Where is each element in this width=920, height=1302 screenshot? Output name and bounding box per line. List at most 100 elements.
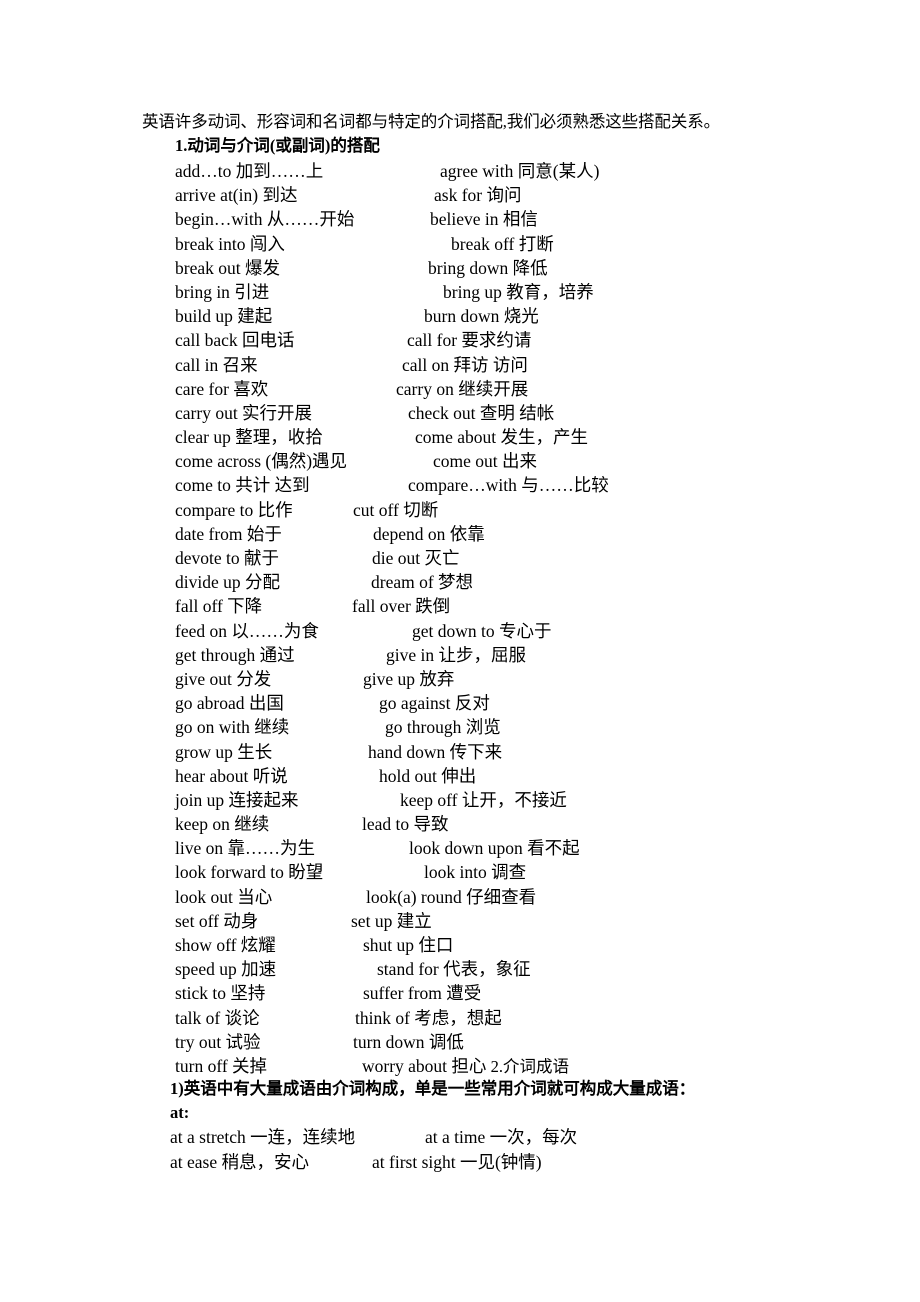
collocation-row: speed up 加速 stand for 代表，象征: [0, 957, 920, 981]
collocation-entry-right: worry about 担心 2.介词成语: [362, 1055, 569, 1076]
collocation-entry-left: go on with 继续: [175, 717, 290, 738]
collocation-entry-right: hand down 传下来: [368, 741, 503, 762]
collocation-entry-right: get down to 专心于: [412, 620, 552, 641]
collocation-entry-right: give in 让步，屈服: [386, 644, 526, 665]
collocation-row: bring in 引进 bring up 教育，培养: [0, 280, 920, 304]
collocation-entry-left: clear up 整理，收拾: [175, 427, 323, 448]
collocation-row: show off 炫耀 shut up 住口: [0, 933, 920, 957]
collocation-entry-left: carry out 实行开展: [175, 402, 313, 423]
collocation-row: give out 分发 give up 放弃: [0, 667, 920, 691]
collocation-entry-right: bring up 教育，培养: [443, 281, 594, 302]
collocation-row: devote to 献于 die out 灭亡: [0, 546, 920, 570]
collocation-entry-right: stand for 代表，象征: [377, 959, 531, 980]
collocation-entry-left: care for 喜欢: [175, 378, 269, 399]
collocation-row: join up 连接起来 keep off 让开，不接近: [0, 788, 920, 812]
collocation-entry-left: call in 召来: [175, 354, 258, 375]
collocation-entry-left: speed up 加速: [175, 959, 277, 980]
collocation-entry-right: dream of 梦想: [371, 572, 474, 593]
collocation-entry-left: break into 闯入: [175, 233, 285, 254]
lower-section: 1)英语中有大量成语由介词构成，单是一些常用介词就可构成大量成语： at: at…: [170, 1077, 910, 1174]
collocation-entry-right: go through 浏览: [385, 717, 501, 738]
at-phrase-row: at ease 稍息，安心 at first sight 一见(钟情): [170, 1150, 910, 1174]
collocation-entry-left: hear about 听说: [175, 765, 288, 786]
collocation-entry-right: come about 发生，产生: [415, 427, 589, 448]
collocation-entry-right: look(a) round 仔细查看: [366, 886, 537, 907]
collocation-row: set off 动身 set up 建立: [0, 909, 920, 933]
collocation-entry-right: die out 灭亡: [372, 548, 460, 568]
collocation-entry-left: devote to 献于: [175, 548, 280, 568]
collocation-entry-left: stick to 坚持: [175, 983, 266, 1004]
at-phrase-left: at ease 稍息，安心: [170, 1151, 309, 1172]
at-phrase-row: at a stretch 一连，连续地 at a time 一次，每次: [170, 1125, 910, 1149]
idiom-intro-text: 1)英语中有大量成语由介词构成，单是一些常用介词就可构成大量成语：: [170, 1079, 696, 1098]
collocation-row: grow up 生长 hand down 传下来: [0, 740, 920, 764]
collocation-entry-right: believe in 相信: [430, 209, 538, 230]
collocation-row: fall off 下降 fall over 跌倒: [0, 594, 920, 618]
collocation-entry-right: carry on 继续开展: [396, 378, 529, 399]
collocation-entry-right: agree with 同意(某人): [440, 161, 600, 181]
collocation-entry-right: give up 放弃: [363, 668, 455, 689]
at-phrase-right: at first sight 一见(钟情): [372, 1151, 542, 1172]
collocation-row: stick to 坚持 suffer from 遭受: [0, 981, 920, 1005]
collocation-entry-right: go against 反对: [379, 693, 490, 714]
collocation-entry-right: ask for 询问: [434, 185, 522, 206]
collocation-entry-left: come to 共计 达到: [175, 475, 310, 496]
collocation-row: live on 靠……为生 look down upon 看不起: [0, 836, 920, 860]
collocation-row: go abroad 出国 go against 反对: [0, 691, 920, 715]
collocation-entry-right: look down upon 看不起: [409, 838, 580, 859]
collocation-entry-left: add…to 加到……上: [175, 161, 324, 181]
collocation-entry-left: set off 动身: [175, 910, 259, 931]
collocation-row: care for 喜欢 carry on 继续开展: [0, 377, 920, 401]
collocation-entry-left: build up 建起: [175, 306, 273, 327]
collocation-entry-left: break out 爆发: [175, 257, 280, 278]
collocation-row: hear about 听说 hold out 伸出: [0, 764, 920, 788]
collocation-list: add…to 加到……上 agree with 同意(某人) arrive at(i…: [0, 159, 920, 1078]
collocation-entry-left: give out 分发: [175, 668, 272, 689]
collocation-row: look forward to 盼望 look into 调查: [0, 860, 920, 884]
collocation-row: add…to 加到……上 agree with 同意(某人): [0, 159, 920, 183]
collocation-row: break out 爆发 bring down 降低: [0, 256, 920, 280]
collocation-row: compare to 比作 cut off 切断: [0, 498, 920, 522]
collocation-entry-left: turn off 关掉: [175, 1055, 268, 1076]
collocation-entry-left: arrive at(in) 到达: [175, 185, 298, 206]
collocation-row: come to 共计 达到 compare…with 与……比较: [0, 473, 920, 497]
collocation-row: talk of 谈论 think of 考虑，想起: [0, 1006, 920, 1030]
collocation-entry-left: try out 试验: [175, 1031, 261, 1052]
collocation-entry-right: suffer from 遭受: [363, 983, 482, 1004]
collocation-entry-left: begin…with 从……开始: [175, 209, 355, 230]
collocation-entry-right: cut off 切断: [353, 499, 439, 520]
collocation-entry-left: divide up 分配: [175, 572, 280, 593]
collocation-row: divide up 分配 dream of 梦想: [0, 570, 920, 594]
collocation-row: get through 通过 give in 让步，屈服: [0, 643, 920, 667]
document-page: 英语许多动词、形容词和名词都与特定的介词搭配,我们必须熟悉这些搭配关系。 1.动…: [0, 0, 920, 1302]
collocation-entry-left: look forward to 盼望: [175, 862, 324, 883]
collocation-row: feed on 以……为食 get down to 专心于: [0, 619, 920, 643]
section-heading-verb-preposition: 1.动词与介词(或副词)的搭配: [175, 136, 380, 155]
collocation-entry-right: set up 建立: [351, 910, 432, 931]
collocation-row: build up 建起 burn down 烧光: [0, 304, 920, 328]
preposition-label-at: at:: [170, 1103, 190, 1123]
collocation-entry-right: depend on 依靠: [373, 523, 485, 544]
collocation-entry-right: burn down 烧光: [424, 306, 539, 327]
collocation-entry-right: shut up 住口: [363, 935, 454, 955]
collocation-row: call in 召来 call on 拜访 访问: [0, 353, 920, 377]
collocation-row: arrive at(in) 到达 ask for 询问: [0, 183, 920, 207]
collocation-entry-left: keep on 继续: [175, 814, 270, 835]
collocation-entry-right: hold out 伸出: [379, 765, 477, 786]
collocation-row: date from 始于 depend on 依靠: [0, 522, 920, 546]
at-phrase-right: at a time 一次，每次: [425, 1127, 578, 1148]
collocation-entry-left: date from 始于: [175, 523, 282, 544]
collocation-entry-right: lead to 导致: [362, 814, 449, 835]
collocation-entry-right: look into 调查: [424, 862, 527, 883]
collocation-entry-left: call back 回电话: [175, 330, 295, 351]
collocation-row: try out 试验 turn down 调低: [0, 1030, 920, 1054]
collocation-row: keep on 继续 lead to 导致: [0, 812, 920, 836]
at-phrase-list: at a stretch 一连，连续地 at a time 一次，每次 at eas…: [170, 1125, 910, 1173]
collocation-entry-left: talk of 谈论: [175, 1007, 260, 1028]
collocation-entry-left: get through 通过: [175, 644, 295, 665]
collocation-entry-left: fall off 下降: [175, 596, 263, 617]
collocation-entry-right: bring down 降低: [428, 257, 548, 278]
collocation-row: turn off 关掉 worry about 担心 2.介词成语: [0, 1054, 920, 1078]
collocation-entry-right: compare…with 与……比较: [408, 475, 609, 496]
collocation-row: carry out 实行开展 check out 查明 结帐: [0, 401, 920, 425]
